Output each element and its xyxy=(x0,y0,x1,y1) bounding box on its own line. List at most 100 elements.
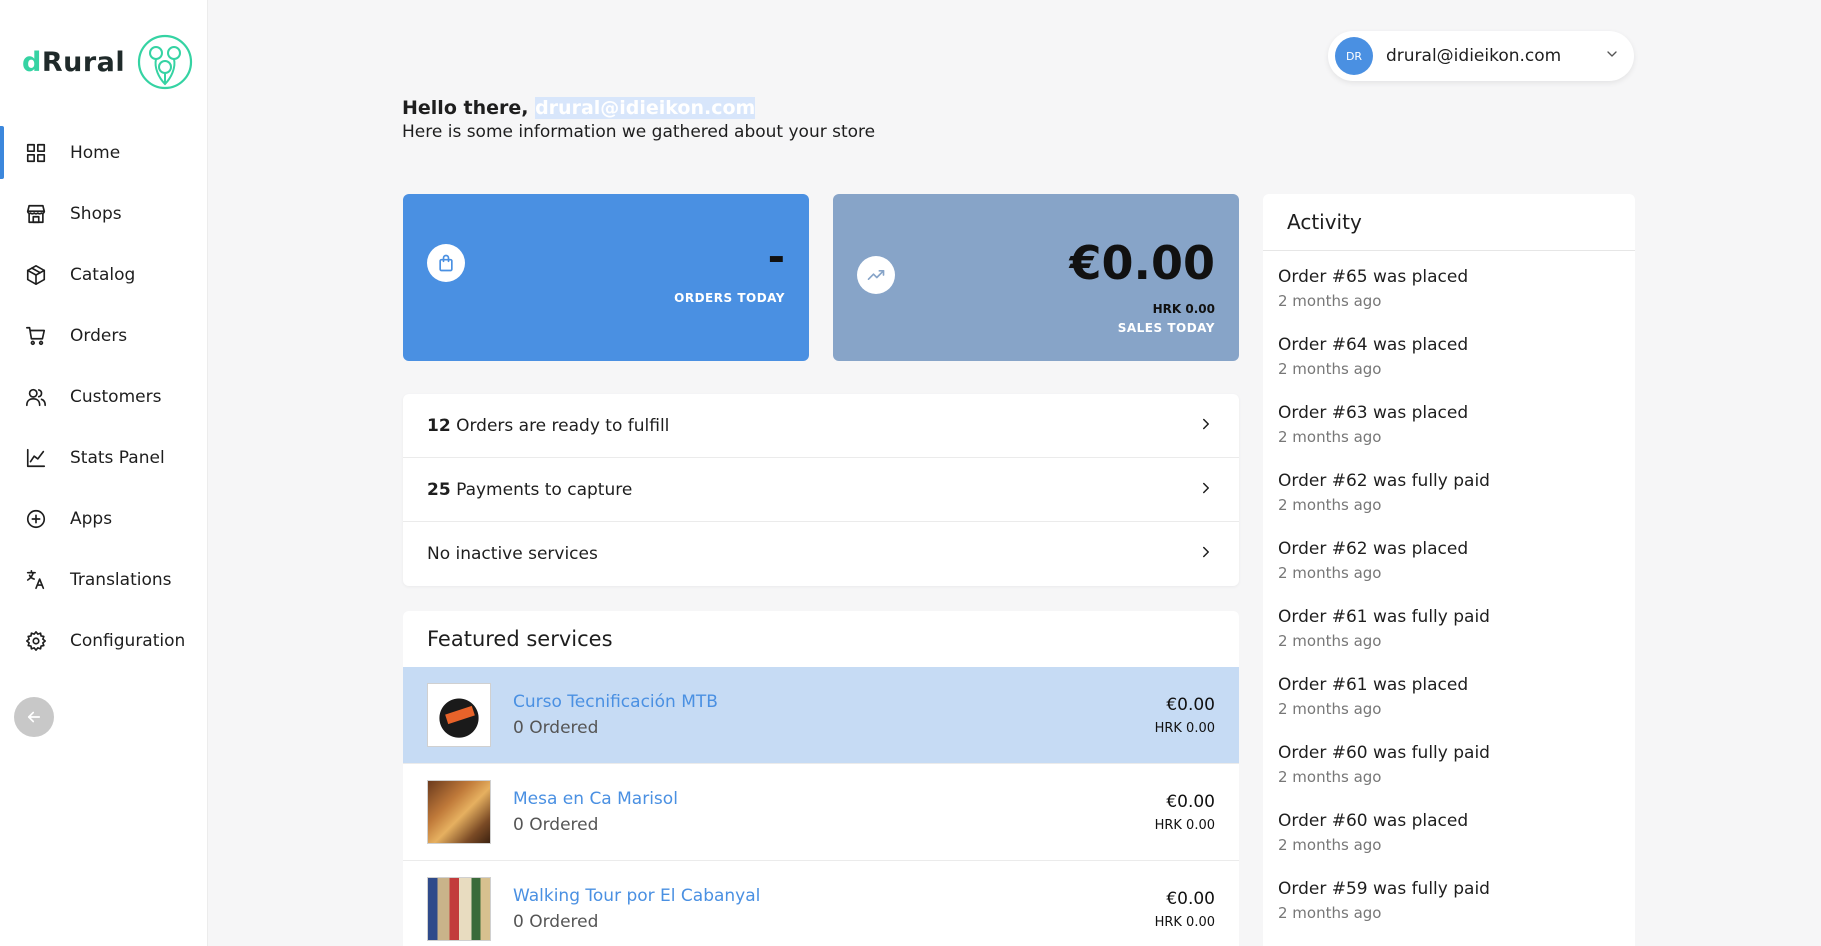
activity-item: Order #59 was fully paid 2 months ago xyxy=(1263,879,1635,946)
activity-time: 2 months ago xyxy=(1278,496,1382,514)
greeting: Hello there, drural@idieikon.com Here is… xyxy=(402,97,875,142)
sidebar-item-configuration[interactable]: Configuration xyxy=(0,610,208,671)
service-name[interactable]: Mesa en Ca Marisol xyxy=(513,789,1155,809)
orders-today-value: - xyxy=(767,232,785,281)
service-price-eur: €0.00 xyxy=(1166,888,1215,909)
greeting-title: Hello there, drural@idieikon.com xyxy=(402,97,756,119)
brand-logo[interactable]: dRural xyxy=(22,34,193,90)
activity-time: 2 months ago xyxy=(1278,564,1382,582)
sidebar-item-label: Configuration xyxy=(70,630,186,651)
sales-today-hrk: HRK 0.00 xyxy=(1152,302,1215,316)
greeting-email: drural@idieikon.com xyxy=(535,97,756,119)
task-count: 25 xyxy=(427,479,451,500)
activity-item: Order #61 was fully paid 2 months ago xyxy=(1263,607,1635,675)
sidebar-item-apps[interactable]: Apps xyxy=(0,488,208,549)
cart-icon xyxy=(24,324,48,348)
activity-item: Order #60 was placed 2 months ago xyxy=(1263,811,1635,879)
sidebar-item-label: Home xyxy=(70,142,121,163)
activity-time: 2 months ago xyxy=(1278,360,1382,378)
service-name[interactable]: Curso Tecnificación MTB xyxy=(513,692,1155,712)
activity-item: Order #64 was placed 2 months ago xyxy=(1263,335,1635,403)
sidebar-item-label: Translations xyxy=(70,569,172,590)
service-price-hrk: HRK 0.00 xyxy=(1154,720,1215,736)
user-menu[interactable]: DR drural@idieikon.com xyxy=(1328,31,1634,81)
service-price-hrk: HRK 0.00 xyxy=(1154,817,1215,833)
brand-mark-icon xyxy=(138,34,193,90)
activity-panel: Activity Order #65 was placed 2 months ag… xyxy=(1263,194,1635,946)
activity-text: Order #62 was placed xyxy=(1278,539,1469,559)
arrow-left-icon xyxy=(27,711,41,723)
sidebar-item-label: Orders xyxy=(70,325,128,346)
activity-item: Order #60 was fully paid 2 months ago xyxy=(1263,743,1635,811)
service-thumbnail xyxy=(427,683,491,747)
task-inactive-services[interactable]: No inactive services xyxy=(403,522,1239,586)
tasks-list: 12 Orders are ready to fulfill 25 Paymen… xyxy=(403,394,1239,586)
orders-today-label: ORDERS TODAY xyxy=(674,291,785,305)
activity-time: 2 months ago xyxy=(1278,768,1382,786)
sidebar-item-label: Customers xyxy=(70,386,162,407)
sidebar-item-translations[interactable]: Translations xyxy=(0,549,208,610)
service-thumbnail xyxy=(427,877,491,941)
sidebar-collapse-button[interactable] xyxy=(14,697,54,737)
service-ordered-count: 0 Ordered xyxy=(513,912,599,932)
service-ordered-count: 0 Ordered xyxy=(513,718,599,738)
sidebar-item-home[interactable]: Home xyxy=(0,122,208,183)
chevron-right-icon xyxy=(1197,415,1215,437)
user-email: drural@idieikon.com xyxy=(1386,46,1562,66)
avatar: DR xyxy=(1335,37,1373,75)
activity-time: 2 months ago xyxy=(1278,904,1382,922)
task-text: Payments to capture xyxy=(456,479,633,500)
translate-icon xyxy=(24,568,48,592)
users-icon xyxy=(24,385,48,409)
activity-item: Order #63 was placed 2 months ago xyxy=(1263,403,1635,471)
sidebar-item-catalog[interactable]: Catalog xyxy=(0,244,208,305)
activity-item: Order #65 was placed 2 months ago xyxy=(1263,267,1635,335)
plus-circle-icon xyxy=(24,507,48,531)
activity-time: 2 months ago xyxy=(1278,836,1382,854)
brand-name: dRural xyxy=(22,46,126,78)
sidebar-item-customers[interactable]: Customers xyxy=(0,366,208,427)
service-price-eur: €0.00 xyxy=(1166,791,1215,812)
task-orders-to-fulfill[interactable]: 12 Orders are ready to fulfill xyxy=(403,394,1239,458)
service-item[interactable]: Mesa en Ca Marisol 0 Ordered €0.00 HRK 0… xyxy=(403,764,1239,861)
activity-time: 2 months ago xyxy=(1278,632,1382,650)
service-item[interactable]: Walking Tour por El Cabanyal 0 Ordered €… xyxy=(403,861,1239,946)
sidebar-item-orders[interactable]: Orders xyxy=(0,305,208,366)
box-icon xyxy=(24,263,48,287)
trending-up-icon xyxy=(857,256,895,294)
sidebar-item-shops[interactable]: Shops xyxy=(0,183,208,244)
service-thumbnail xyxy=(427,780,491,844)
sidebar-item-label: Stats Panel xyxy=(70,447,165,468)
activity-item: Order #61 was placed 2 months ago xyxy=(1263,675,1635,743)
service-name[interactable]: Walking Tour por El Cabanyal xyxy=(513,886,1155,906)
storefront-icon xyxy=(24,202,48,226)
sales-today-label: SALES TODAY xyxy=(1117,321,1215,335)
chevron-right-icon xyxy=(1197,543,1215,565)
activity-text: Order #60 was fully paid xyxy=(1278,743,1490,763)
chart-icon xyxy=(24,446,48,470)
sidebar-item-stats-panel[interactable]: Stats Panel xyxy=(0,427,208,488)
sidebar-item-label: Shops xyxy=(70,203,122,224)
activity-text: Order #62 was fully paid xyxy=(1278,471,1490,491)
service-price-hrk: HRK 0.00 xyxy=(1154,914,1215,930)
task-payments-to-capture[interactable]: 25 Payments to capture xyxy=(403,458,1239,522)
activity-text: Order #61 was placed xyxy=(1278,675,1469,695)
featured-services-title: Featured services xyxy=(427,627,613,651)
task-text: No inactive services xyxy=(427,544,598,564)
orders-today-card: - ORDERS TODAY xyxy=(403,194,809,361)
sidebar: dRural Home Shops Catalog Orders Custome… xyxy=(0,0,208,946)
grid-icon xyxy=(24,141,48,165)
activity-text: Order #61 was fully paid xyxy=(1278,607,1490,627)
task-count: 12 xyxy=(427,415,451,436)
service-item[interactable]: Curso Tecnificación MTB 0 Ordered €0.00 … xyxy=(403,667,1239,764)
featured-services: Featured services Curso Tecnificación MT… xyxy=(403,611,1239,946)
activity-title: Activity xyxy=(1263,194,1635,251)
service-price-eur: €0.00 xyxy=(1166,694,1215,715)
activity-item: Order #62 was placed 2 months ago xyxy=(1263,539,1635,607)
chevron-down-icon xyxy=(1604,46,1620,66)
activity-text: Order #59 was fully paid xyxy=(1278,879,1490,899)
activity-item: Order #62 was fully paid 2 months ago xyxy=(1263,471,1635,539)
activity-list: Order #65 was placed 2 months ago Order #… xyxy=(1263,251,1635,946)
sales-today-value: €0.00 xyxy=(1069,236,1215,290)
activity-time: 2 months ago xyxy=(1278,428,1382,446)
